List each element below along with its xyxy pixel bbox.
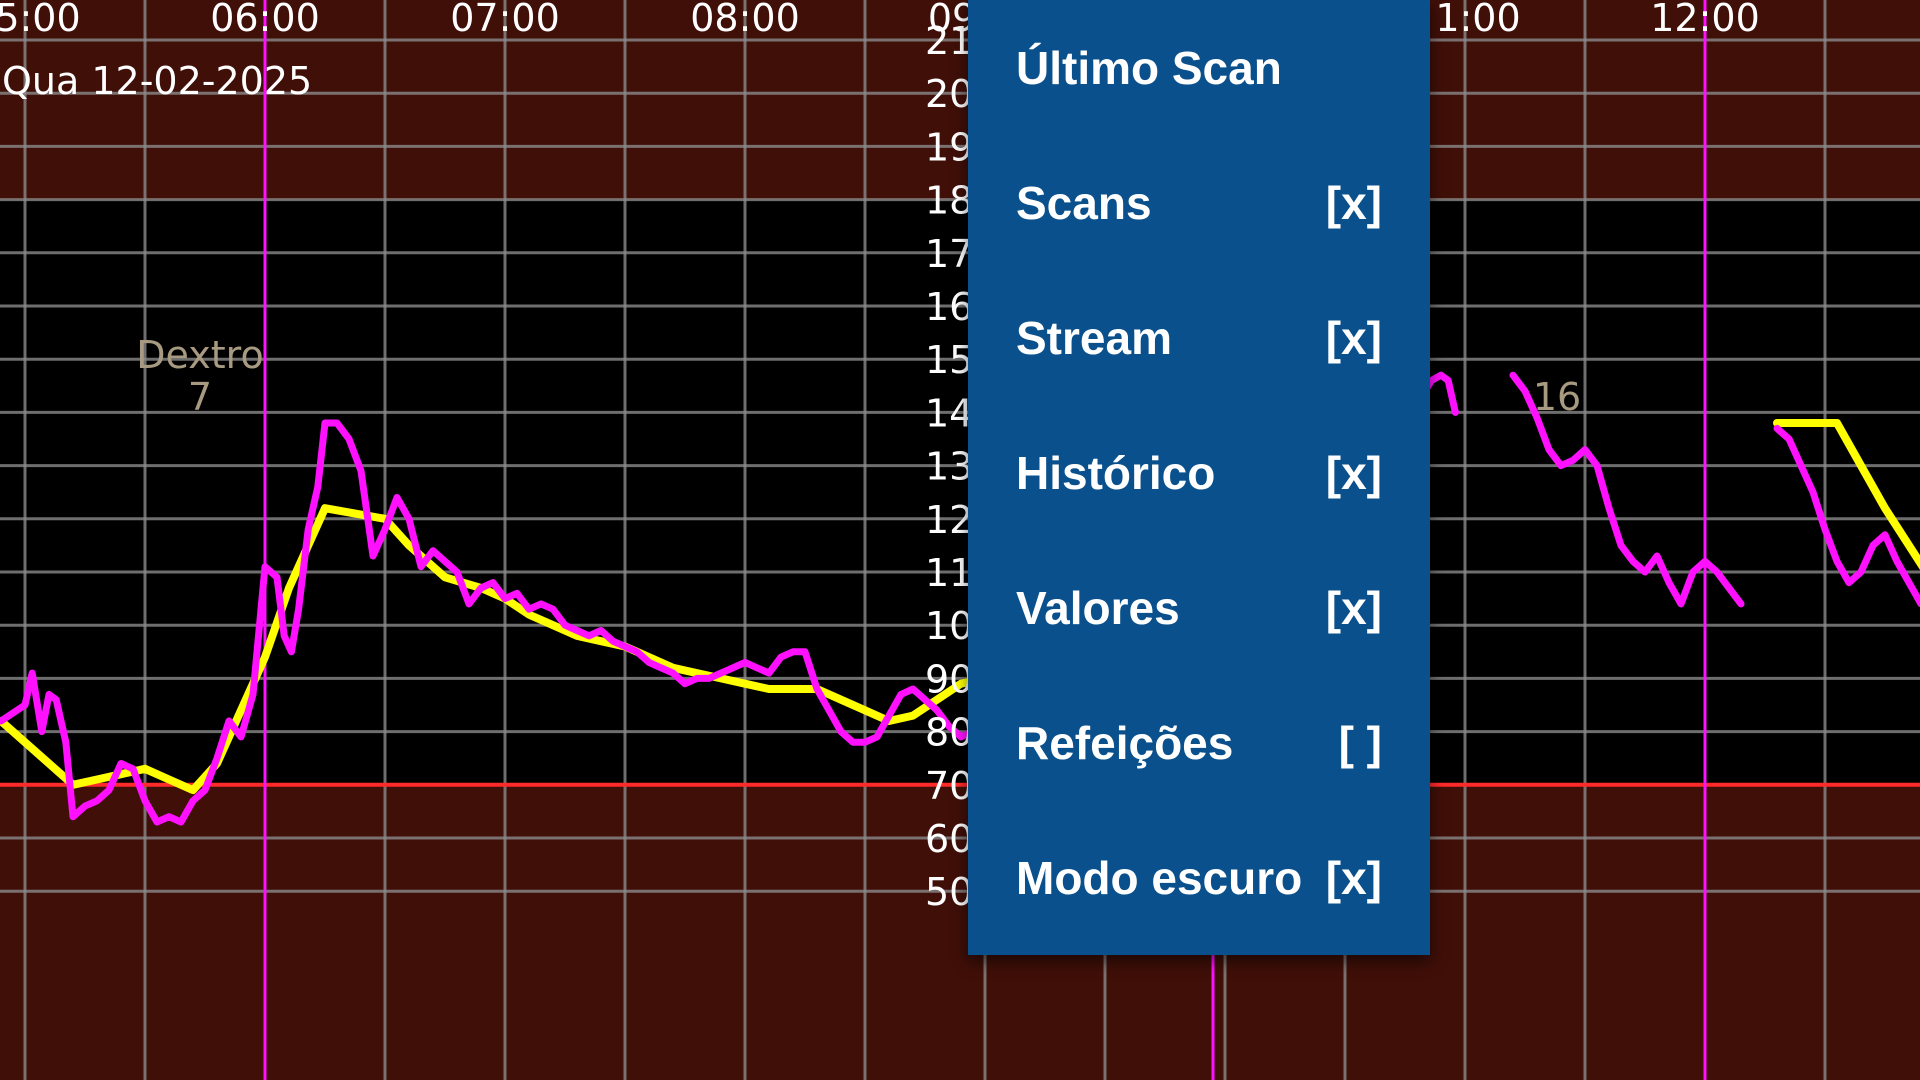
menu-item-historico[interactable]: Histórico [x]: [968, 405, 1430, 540]
x-axis-tick-label: 06:00: [210, 0, 320, 40]
y-axis-labels: 2120191817161514131211109080706050: [925, 19, 973, 914]
y-axis-tick-label: 18: [925, 179, 973, 223]
menu-item-label: Scans: [1016, 176, 1152, 229]
menu-item-label: Stream: [1016, 311, 1172, 364]
y-axis-tick-label: 20: [925, 72, 973, 116]
y-axis-tick-label: 80: [925, 711, 973, 755]
menu-item-label: Último Scan: [1016, 41, 1282, 94]
y-axis-tick-label: 12: [925, 498, 973, 542]
y-axis-tick-label: 14: [925, 391, 973, 435]
x-axis-tick-label: 5:00: [0, 0, 81, 40]
menu-item-ultimo-scan[interactable]: Último Scan: [968, 0, 1430, 135]
y-axis-tick-label: 90: [925, 657, 973, 701]
x-axis-tick-label: 1:00: [1435, 0, 1520, 40]
menu-item-modo-escuro[interactable]: Modo escuro [x]: [968, 810, 1430, 945]
y-axis-tick-label: 11: [925, 551, 973, 595]
date-label: Qua 12-02-2025: [2, 59, 312, 103]
menu-item-checkbox: [x]: [1325, 581, 1382, 634]
menu-item-checkbox: [ ]: [1338, 716, 1382, 769]
x-axis-tick-label: 08:00: [690, 0, 800, 40]
menu-item-checkbox: [x]: [1325, 311, 1382, 364]
menu-item-label: Valores: [1016, 581, 1180, 634]
x-axis-tick-label: 07:00: [450, 0, 560, 40]
menu-item-scans[interactable]: Scans [x]: [968, 135, 1430, 270]
y-axis-tick-label: 60: [925, 817, 973, 861]
menu-item-label: Modo escuro: [1016, 851, 1303, 904]
x-axis-tick-label: 12:00: [1650, 0, 1760, 40]
menu-item-checkbox: [x]: [1325, 851, 1382, 904]
options-menu: Último Scan Scans [x] Stream [x] Históri…: [968, 0, 1430, 955]
y-axis-tick-label: 70: [925, 764, 973, 808]
menu-item-checkbox: [x]: [1325, 176, 1382, 229]
y-axis-tick-label: 15: [925, 338, 973, 382]
menu-item-valores[interactable]: Valores [x]: [968, 540, 1430, 675]
menu-item-stream[interactable]: Stream [x]: [968, 270, 1430, 405]
menu-item-checkbox: [x]: [1325, 446, 1382, 499]
annotation-dextro-value: 7: [188, 375, 212, 419]
annotation-dextro-label: Dextro: [136, 333, 263, 377]
y-axis-tick-label: 17: [925, 232, 973, 276]
y-axis-tick-label: 19: [925, 125, 973, 169]
y-axis-tick-label: 10: [925, 604, 973, 648]
glucose-chart[interactable]: 2120191817161514131211109080706050 5:00 0…: [0, 0, 1920, 1080]
menu-item-label: Histórico: [1016, 446, 1216, 499]
menu-item-refeicoes[interactable]: Refeições [ ]: [968, 675, 1430, 810]
menu-item-label: Refeições: [1016, 716, 1234, 769]
annotation-value: 16: [1533, 375, 1581, 419]
y-axis-tick-label: 13: [925, 445, 973, 489]
y-axis-tick-label: 50: [925, 870, 973, 914]
y-axis-tick-label: 16: [925, 285, 973, 329]
glucose-chart-screen: 21 20 19 18 17 16 15 14 13 12 11 10 90 80 70 60 50 5:00 0…: [0, 0, 1920, 1080]
